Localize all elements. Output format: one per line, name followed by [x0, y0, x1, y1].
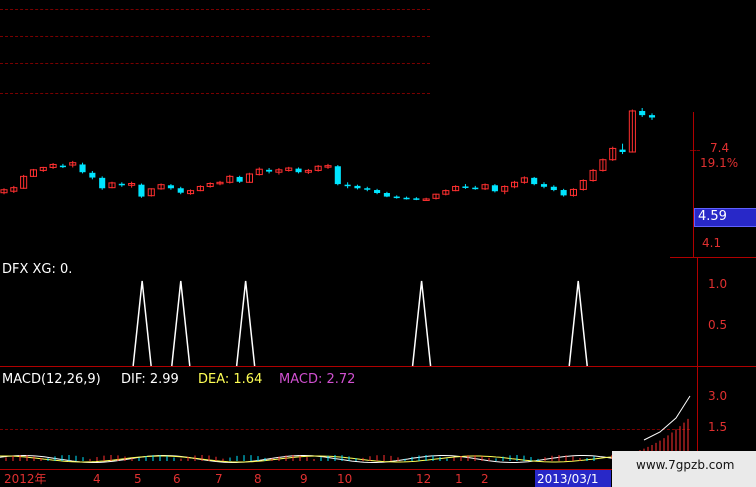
candle-body: [266, 169, 273, 172]
dea-line: [0, 455, 689, 463]
date-tick: 2: [481, 472, 489, 486]
macd-axis-label: 3.0: [708, 389, 728, 403]
candle-body: [295, 168, 302, 173]
candle-body: [354, 185, 361, 189]
candle-body: [118, 183, 125, 186]
candle-body: [531, 177, 538, 185]
candle-body: [540, 184, 548, 187]
candle-body: [236, 176, 243, 182]
candle-body: [177, 188, 184, 193]
price-axis-label: 4.1: [702, 236, 722, 250]
candle-body: [59, 165, 66, 168]
candle-body: [79, 164, 86, 173]
date-tick: 12: [416, 472, 432, 486]
candle-body: [374, 190, 381, 194]
signal-spike: [235, 280, 256, 367]
price-axis-label: 7.4: [710, 141, 730, 155]
candle-body: [639, 110, 646, 116]
price-axis-label: 19.1%: [700, 156, 739, 170]
macd-dea-label: DEA: 1.64: [198, 372, 263, 387]
candle-body: [138, 184, 145, 197]
date-tick: 8: [254, 472, 262, 486]
candle-body: [344, 184, 351, 187]
dif-line-rise: [643, 395, 691, 441]
candle-body: [383, 193, 390, 197]
watermark-text: www.7gpzb.com: [636, 458, 735, 472]
signal-indicator-title: DFX XG: 0.: [2, 262, 73, 277]
date-tick: 4: [93, 472, 101, 486]
signal-spike: [132, 280, 152, 367]
macd-axis-label: 1.5: [708, 420, 728, 434]
signal-spike: [411, 280, 432, 367]
candle-body: [167, 185, 174, 189]
macd-name-label: MACD(12,26,9): [2, 372, 101, 387]
candle-body: [472, 187, 479, 190]
chart-canvas: [0, 108, 691, 464]
date-tick: 2012年: [4, 472, 47, 486]
signal-spike: [171, 280, 191, 367]
candle-body: [99, 177, 106, 189]
candle-body: [648, 115, 656, 118]
candle-body: [413, 198, 420, 200]
macd-value-label: MACD: 2.72: [279, 372, 356, 387]
signal-axis-label: 0.5: [708, 318, 728, 332]
candle-body: [550, 186, 557, 191]
macd-dif-label: DIF: 2.99: [121, 372, 179, 387]
candle-body: [89, 172, 96, 178]
date-tick: 7: [215, 472, 223, 486]
candle-body: [393, 196, 400, 199]
date-tick: 5: [134, 472, 142, 486]
stock-chart-window: 7.4 19.1% 4.59 4.1 DFX XG: 0. 1.0 0.5 MA…: [0, 0, 756, 487]
date-tick: 9: [300, 472, 308, 486]
current-price-label: 4.59: [698, 209, 727, 224]
candle-body: [334, 166, 341, 185]
date-tick: 10: [337, 472, 353, 486]
signal-spike: [568, 280, 588, 367]
candle-body: [491, 185, 498, 192]
candle-body: [619, 149, 626, 152]
candle-body: [403, 197, 410, 200]
date-tick: 6: [173, 472, 181, 486]
signal-axis-label: 1.0: [708, 277, 728, 291]
date-tick: 1: [455, 472, 463, 486]
candle-body: [462, 186, 469, 188]
selected-date-label: 2013/03/1: [537, 472, 599, 486]
candle-body: [364, 188, 371, 190]
candle-body: [560, 190, 567, 196]
